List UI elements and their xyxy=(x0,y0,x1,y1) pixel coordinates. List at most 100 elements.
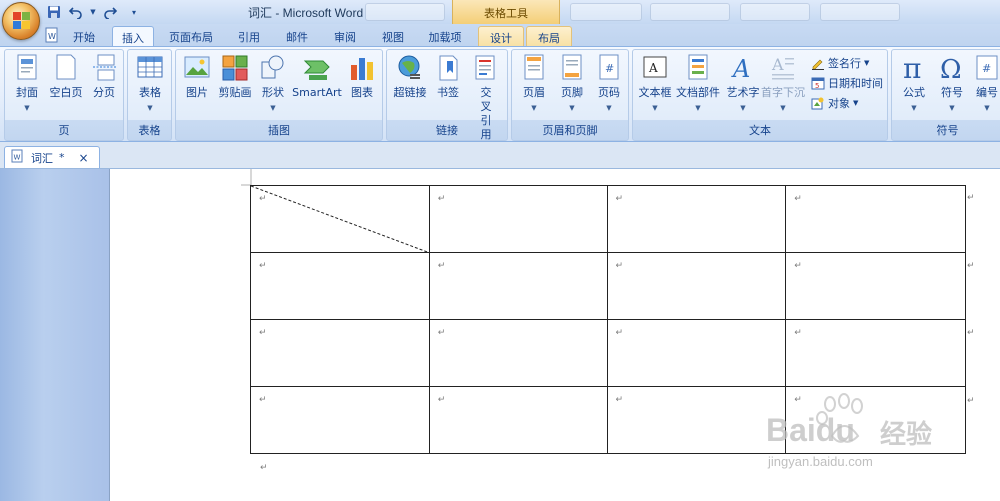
group-label-text: 文本 xyxy=(749,124,771,137)
group-label-symbols: 符号 xyxy=(936,124,959,137)
numbering-button[interactable]: # 编号 ▼ xyxy=(972,53,1000,115)
undo-dropdown-icon[interactable]: ▼ xyxy=(88,3,98,21)
cover-page-button[interactable]: 封面 ▼ xyxy=(9,53,45,115)
tab-home[interactable]: 开始 xyxy=(64,26,104,46)
redo-icon[interactable] xyxy=(100,3,120,21)
blank-page-button[interactable]: 空白页 xyxy=(47,53,85,100)
paragraph-mark: ↵ xyxy=(615,328,624,338)
table-cell[interactable]: ↵ xyxy=(428,185,608,253)
drop-cap-button[interactable]: A 首字下沉 ▼ xyxy=(761,53,805,115)
window-title: 词汇 - Microsoft Word xyxy=(248,6,364,20)
tab-insert[interactable]: 插入 xyxy=(112,26,154,47)
quick-parts-icon xyxy=(684,53,712,83)
svg-text:A: A xyxy=(648,61,658,75)
tab-page-layout[interactable]: 页面布局 xyxy=(160,26,222,46)
paragraph-mark: ↵ xyxy=(260,463,268,473)
page-break-button[interactable]: 分页 xyxy=(87,53,121,100)
table-cell[interactable]: ↵ xyxy=(250,386,430,454)
document-tab-name: 词汇 xyxy=(31,151,53,165)
paragraph-mark: ↵ xyxy=(437,261,446,271)
svg-text:W: W xyxy=(14,154,21,162)
paragraph-mark: ↵ xyxy=(794,261,802,271)
tab-layout[interactable]: 布局 xyxy=(526,26,572,46)
customize-qat-icon[interactable]: ▾ xyxy=(128,3,140,21)
tab-add-ins[interactable]: 加载项 xyxy=(420,26,470,46)
tab-mailings[interactable]: 邮件 xyxy=(276,26,318,46)
ribbon-insert: 封面 ▼ 空白页 分页 页 表格 ▼ 表格 图片 剪贴画 形状 ▼ SmartA… xyxy=(0,46,1000,142)
symbol-button[interactable]: Ω 符号 ▼ xyxy=(934,53,970,115)
object-button[interactable]: 对象 ▼ xyxy=(811,94,858,112)
shapes-button[interactable]: 形状 ▼ xyxy=(256,53,290,115)
group-label-header-footer: 页眉和页脚 xyxy=(542,124,598,137)
chart-button[interactable]: 图表 xyxy=(344,53,380,100)
tab-design[interactable]: 设计 xyxy=(478,26,524,46)
paragraph-mark: ↵ xyxy=(259,261,267,271)
blank-page-icon xyxy=(52,53,80,83)
svg-text:A: A xyxy=(731,55,750,83)
table-cell[interactable]: ↵ xyxy=(428,386,608,454)
close-icon[interactable]: × xyxy=(79,151,89,165)
picture-button[interactable]: 图片 xyxy=(180,53,214,100)
page-number-icon: # xyxy=(595,53,623,83)
table-cell[interactable]: ↵ xyxy=(606,386,787,454)
date-time-button[interactable]: 5 日期和时间 xyxy=(811,74,883,92)
paragraph-mark: ↵ xyxy=(794,194,802,204)
quick-access-toolbar: ▼ ▾ xyxy=(44,3,140,21)
text-box-icon: A xyxy=(641,53,669,83)
group-header-footer: 页眉 ▼ 页脚 ▼ # 页码 ▼ 页眉和页脚 xyxy=(511,49,629,141)
equation-button[interactable]: π 公式 ▼ xyxy=(896,52,932,115)
tab-review[interactable]: 审阅 xyxy=(324,26,366,46)
table-cell[interactable]: ↵ xyxy=(785,319,966,387)
calendar-icon: 5 xyxy=(811,76,825,90)
table-tools-context-label: 表格工具 xyxy=(452,0,560,24)
hyperlink-icon xyxy=(396,53,424,83)
pi-icon: π xyxy=(900,52,928,85)
table-button[interactable]: 表格 ▼ xyxy=(132,53,168,115)
table-cell[interactable]: ↵ xyxy=(428,319,608,387)
text-box-button[interactable]: A 文本框 ▼ xyxy=(637,53,673,115)
document-tab[interactable]: W 词汇 * × xyxy=(4,146,100,168)
table-cell[interactable]: ↵ xyxy=(606,319,787,387)
picture-icon xyxy=(183,53,211,83)
bookmark-icon xyxy=(434,53,462,83)
object-icon xyxy=(811,96,825,110)
office-logo-icon xyxy=(13,12,31,30)
paragraph-mark: ↵ xyxy=(615,194,624,204)
svg-text:A: A xyxy=(771,55,784,74)
table-cell[interactable]: ↵ xyxy=(250,252,430,320)
table-cell[interactable]: ↵ xyxy=(606,252,787,320)
header-button[interactable]: 页眉 ▼ xyxy=(516,53,552,115)
row-end-mark: ↵ xyxy=(967,261,975,271)
group-tables: 表格 ▼ 表格 xyxy=(127,49,172,141)
table-cell[interactable]: ↵ xyxy=(428,252,608,320)
tab-references[interactable]: 引用 xyxy=(228,26,270,46)
footer-button[interactable]: 页脚 ▼ xyxy=(554,53,590,115)
numbering-icon: # xyxy=(973,53,1000,83)
background-window-tab xyxy=(650,3,730,21)
table-cell[interactable]: ↵ xyxy=(785,185,966,253)
save-icon[interactable] xyxy=(44,3,64,21)
group-label-links: 链接 xyxy=(436,124,458,137)
clip-art-button[interactable]: 剪贴画 xyxy=(216,53,254,100)
hyperlink-button[interactable]: 超链接 xyxy=(391,53,429,100)
smartart-button[interactable]: SmartArt xyxy=(292,53,342,100)
svg-text:W: W xyxy=(48,32,56,41)
word-doc-icon: W xyxy=(11,149,25,166)
signature-line-button[interactable]: 签名行 ▼ xyxy=(811,54,869,72)
table-cell[interactable]: ↵ xyxy=(785,252,966,320)
svg-text:#: # xyxy=(605,62,614,75)
table-row: ↵ ↵ ↵ ↵ xyxy=(250,319,966,387)
page-number-button[interactable]: # 页码 ▼ xyxy=(592,53,626,115)
table-cell-header-diagonal[interactable]: ↵ xyxy=(250,185,430,253)
wordart-button[interactable]: A 艺术字 ▼ xyxy=(723,53,763,115)
office-button[interactable] xyxy=(2,2,40,40)
background-window-tab xyxy=(820,3,900,21)
table-cell[interactable]: ↵ xyxy=(250,319,430,387)
bookmark-button[interactable]: 书签 xyxy=(431,53,465,100)
tab-view[interactable]: 视图 xyxy=(372,26,414,46)
smartart-icon xyxy=(303,53,331,83)
table-cell[interactable]: ↵ xyxy=(606,185,787,253)
undo-icon[interactable] xyxy=(66,3,86,21)
quick-parts-button[interactable]: 文档部件 ▼ xyxy=(675,53,721,115)
paragraph-mark: ↵ xyxy=(437,395,446,405)
